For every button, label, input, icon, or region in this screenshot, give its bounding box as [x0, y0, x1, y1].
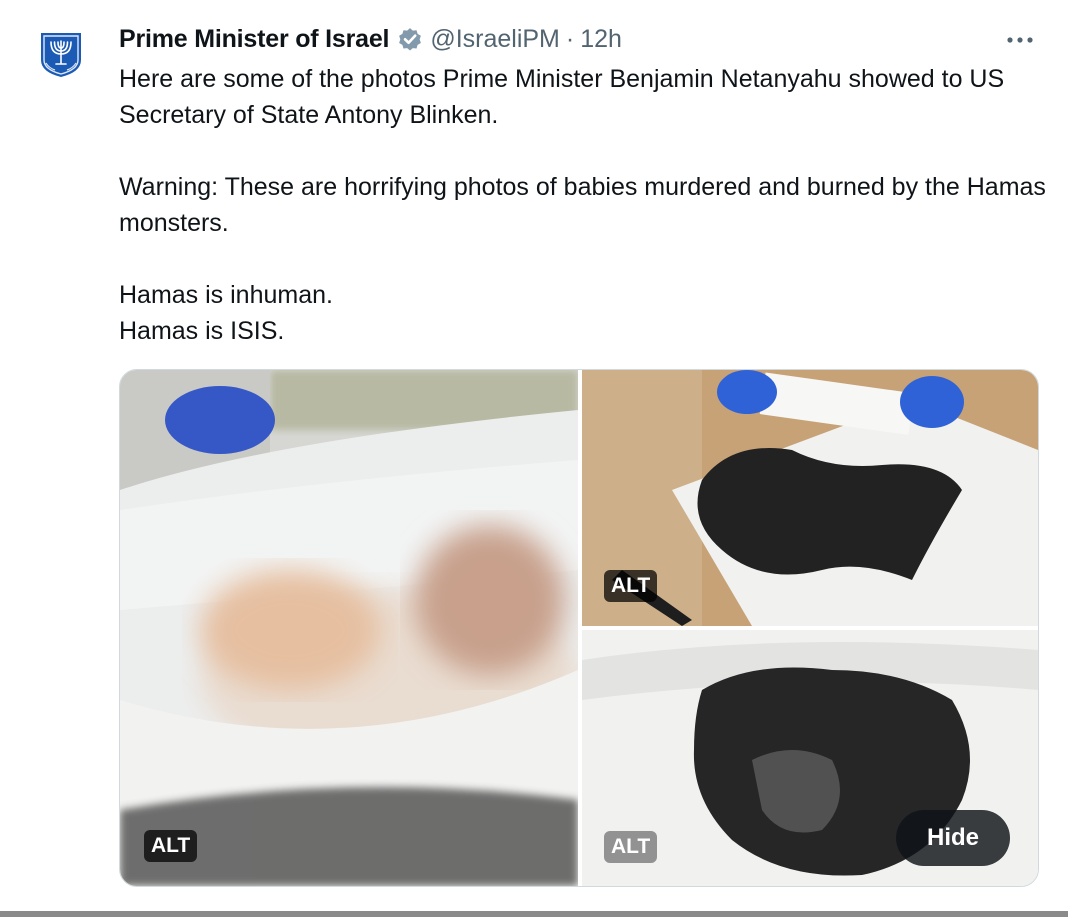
bottom-divider	[0, 911, 1068, 917]
separator-dot: ·	[565, 24, 575, 53]
more-options-icon	[1007, 37, 1033, 43]
photo-1-image	[120, 370, 578, 886]
tweet-paragraph: Here are some of the photos Prime Minist…	[119, 65, 1005, 129]
tweet-paragraph: Hamas is inhuman.	[119, 281, 333, 309]
author-handle[interactable]: @IsraeliPM	[430, 25, 560, 54]
tweet-photo-1[interactable]: ALT	[120, 370, 578, 886]
more-options-button[interactable]	[1004, 28, 1036, 52]
tweet-header: Prime Minister of Israel @IsraeliPM · 12…	[119, 22, 622, 56]
tweet-text: Here are some of the photos Prime Minist…	[119, 61, 1049, 349]
tweet-photo-2[interactable]: ALT	[582, 370, 1038, 626]
tweet-paragraph: Warning: These are horrifying photos of …	[119, 173, 1046, 237]
menorah-emblem-icon[interactable]	[37, 30, 85, 78]
author-display-name[interactable]: Prime Minister of Israel	[119, 25, 390, 54]
verified-badge-icon[interactable]	[396, 25, 424, 53]
alt-badge-1[interactable]: ALT	[144, 830, 198, 862]
tweet-timestamp[interactable]: 12h	[580, 25, 622, 54]
hide-media-button[interactable]: Hide	[896, 810, 1010, 866]
tweet-paragraph: Hamas is ISIS.	[119, 317, 285, 345]
alt-badge-3[interactable]: ALT	[604, 831, 658, 863]
media-grid: ALT ALT ALT Hide	[119, 369, 1039, 887]
alt-badge-2[interactable]: ALT	[604, 570, 658, 602]
